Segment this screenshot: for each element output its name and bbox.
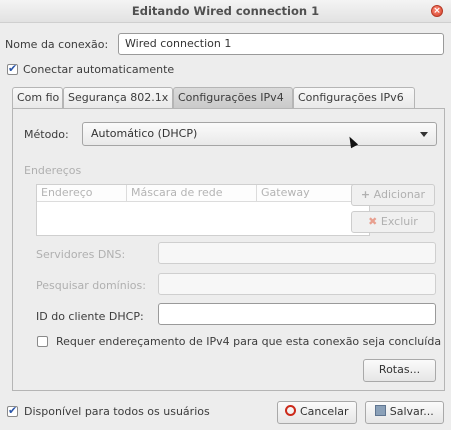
addresses-heading: Endereços (24, 164, 82, 177)
tab-ipv6-settings[interactable]: Configurações IPv6 (293, 87, 415, 108)
dialog-window: Editando Wired connection 1 × Nome da co… (0, 0, 451, 430)
plus-icon: + (360, 188, 371, 201)
method-label: Método: (24, 128, 69, 141)
tab-security-8021x[interactable]: Segurança 802.1x (63, 87, 173, 108)
require-ipv4-checkbox[interactable] (37, 336, 48, 347)
auto-connect-label: Conectar automaticamente (23, 63, 175, 76)
column-header-netmask: Máscara de rede (127, 185, 257, 202)
save-button[interactable]: Salvar... (365, 401, 444, 424)
all-users-checkbox[interactable] (7, 404, 18, 417)
x-icon: ✖ (368, 215, 378, 228)
connection-name-field[interactable]: Wired connection 1 (118, 33, 444, 55)
delete-address-label: Excluir (380, 215, 418, 228)
auto-connect-checkbox[interactable] (7, 62, 18, 75)
dns-servers-field[interactable] (158, 242, 436, 264)
search-domains-field[interactable] (158, 273, 436, 295)
title-bar: Editando Wired connection 1 × (0, 0, 451, 23)
cancel-label: Cancelar (299, 405, 349, 418)
addresses-table: Endereço Máscara de rede Gateway (36, 184, 370, 236)
method-value: Automático (DHCP) (91, 127, 198, 140)
tab-ipv4-settings[interactable]: Configurações IPv4 (173, 87, 293, 108)
all-users-label: Disponível para todos os usuários (24, 405, 210, 418)
window-title: Editando Wired connection 1 (131, 4, 320, 18)
add-address-label: Adicionar (373, 188, 426, 201)
delete-address-button[interactable]: ✖ Excluir (351, 211, 435, 233)
require-ipv4-label: Requer endereçamento de IPv4 para que es… (56, 335, 442, 348)
save-label: Salvar... (389, 405, 434, 418)
method-dropdown[interactable]: Automático (DHCP) (82, 122, 437, 146)
routes-button[interactable]: Rotas... (363, 359, 436, 382)
dns-servers-label: Servidores DNS: (36, 248, 126, 261)
chevron-down-icon (420, 132, 428, 137)
connection-name-label: Nome da conexão: (5, 38, 109, 51)
save-icon (375, 405, 387, 416)
dhcp-client-id-field[interactable] (158, 303, 436, 325)
search-domains-label: Pesquisar domínios: (36, 279, 146, 292)
dhcp-client-id-label: ID do cliente DHCP: (36, 310, 144, 323)
stop-icon (285, 405, 297, 416)
cancel-button[interactable]: Cancelar (277, 401, 357, 424)
column-header-address: Endereço (37, 185, 127, 202)
add-address-button[interactable]: + Adicionar (351, 184, 435, 206)
close-icon[interactable]: × (431, 5, 443, 17)
tab-wired[interactable]: Com fio (12, 87, 63, 108)
